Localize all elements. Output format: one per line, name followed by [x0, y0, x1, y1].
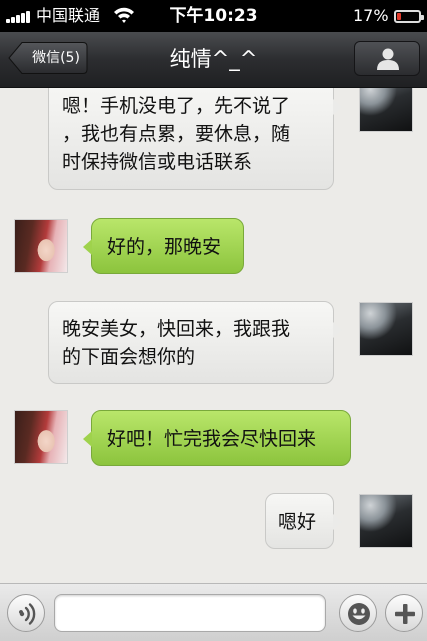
- input-bar: [0, 583, 427, 641]
- status-bar: 中国联通 下午10:23 17%: [0, 0, 427, 32]
- battery-percent: 17%: [353, 6, 389, 25]
- message-text: 时保持微信或电话联系: [62, 151, 253, 173]
- message-text: 晚安美女，快回来，我跟我: [62, 318, 291, 340]
- contact-avatar[interactable]: [14, 410, 68, 464]
- message-text: 嗯！手机没电了，先不说了: [62, 95, 291, 117]
- my-avatar[interactable]: [359, 88, 413, 132]
- message-input[interactable]: [54, 594, 326, 632]
- profile-button[interactable]: [354, 41, 420, 76]
- contact-avatar[interactable]: [14, 219, 68, 273]
- my-avatar[interactable]: [359, 302, 413, 356]
- battery-icon: [394, 10, 424, 23]
- chat-area[interactable]: 嗯！手机没电了，先不说了 ，我也有点累，要休息，随 时保持微信或电话联系 好的，…: [0, 88, 427, 583]
- add-button[interactable]: [385, 594, 423, 632]
- smiley-icon: [348, 603, 370, 625]
- message-text: ，我也有点累，要休息，随: [62, 123, 291, 145]
- message-bubble[interactable]: 晚安美女，快回来，我跟我 的下面会想你的: [48, 301, 342, 384]
- message-text: 好吧！忙完我会尽快回来: [107, 428, 317, 450]
- plus-icon: [395, 604, 415, 624]
- message-bubble[interactable]: 嗯！手机没电了，先不说了 ，我也有点累，要休息，随 时保持微信或电话联系: [48, 88, 342, 190]
- message-bubble[interactable]: 好吧！忙完我会尽快回来: [83, 410, 351, 466]
- chat-title: 纯情^_^: [169, 47, 258, 71]
- emoji-button[interactable]: [339, 594, 377, 632]
- voice-icon: [19, 603, 36, 625]
- nav-bar: 微信(5) 纯情^_^: [0, 32, 427, 88]
- voice-button[interactable]: [7, 594, 45, 632]
- message-text: 好的，那晚安: [107, 236, 222, 258]
- back-button[interactable]: 微信(5): [8, 41, 88, 75]
- back-button-label: 微信(5): [32, 50, 80, 66]
- message-text: 嗯好: [278, 511, 317, 533]
- my-avatar[interactable]: [359, 494, 413, 548]
- person-icon: [377, 48, 399, 70]
- message-bubble[interactable]: 好的，那晚安: [83, 218, 244, 274]
- message-text: 的下面会想你的: [62, 346, 196, 368]
- message-bubble[interactable]: 嗯好: [265, 493, 342, 549]
